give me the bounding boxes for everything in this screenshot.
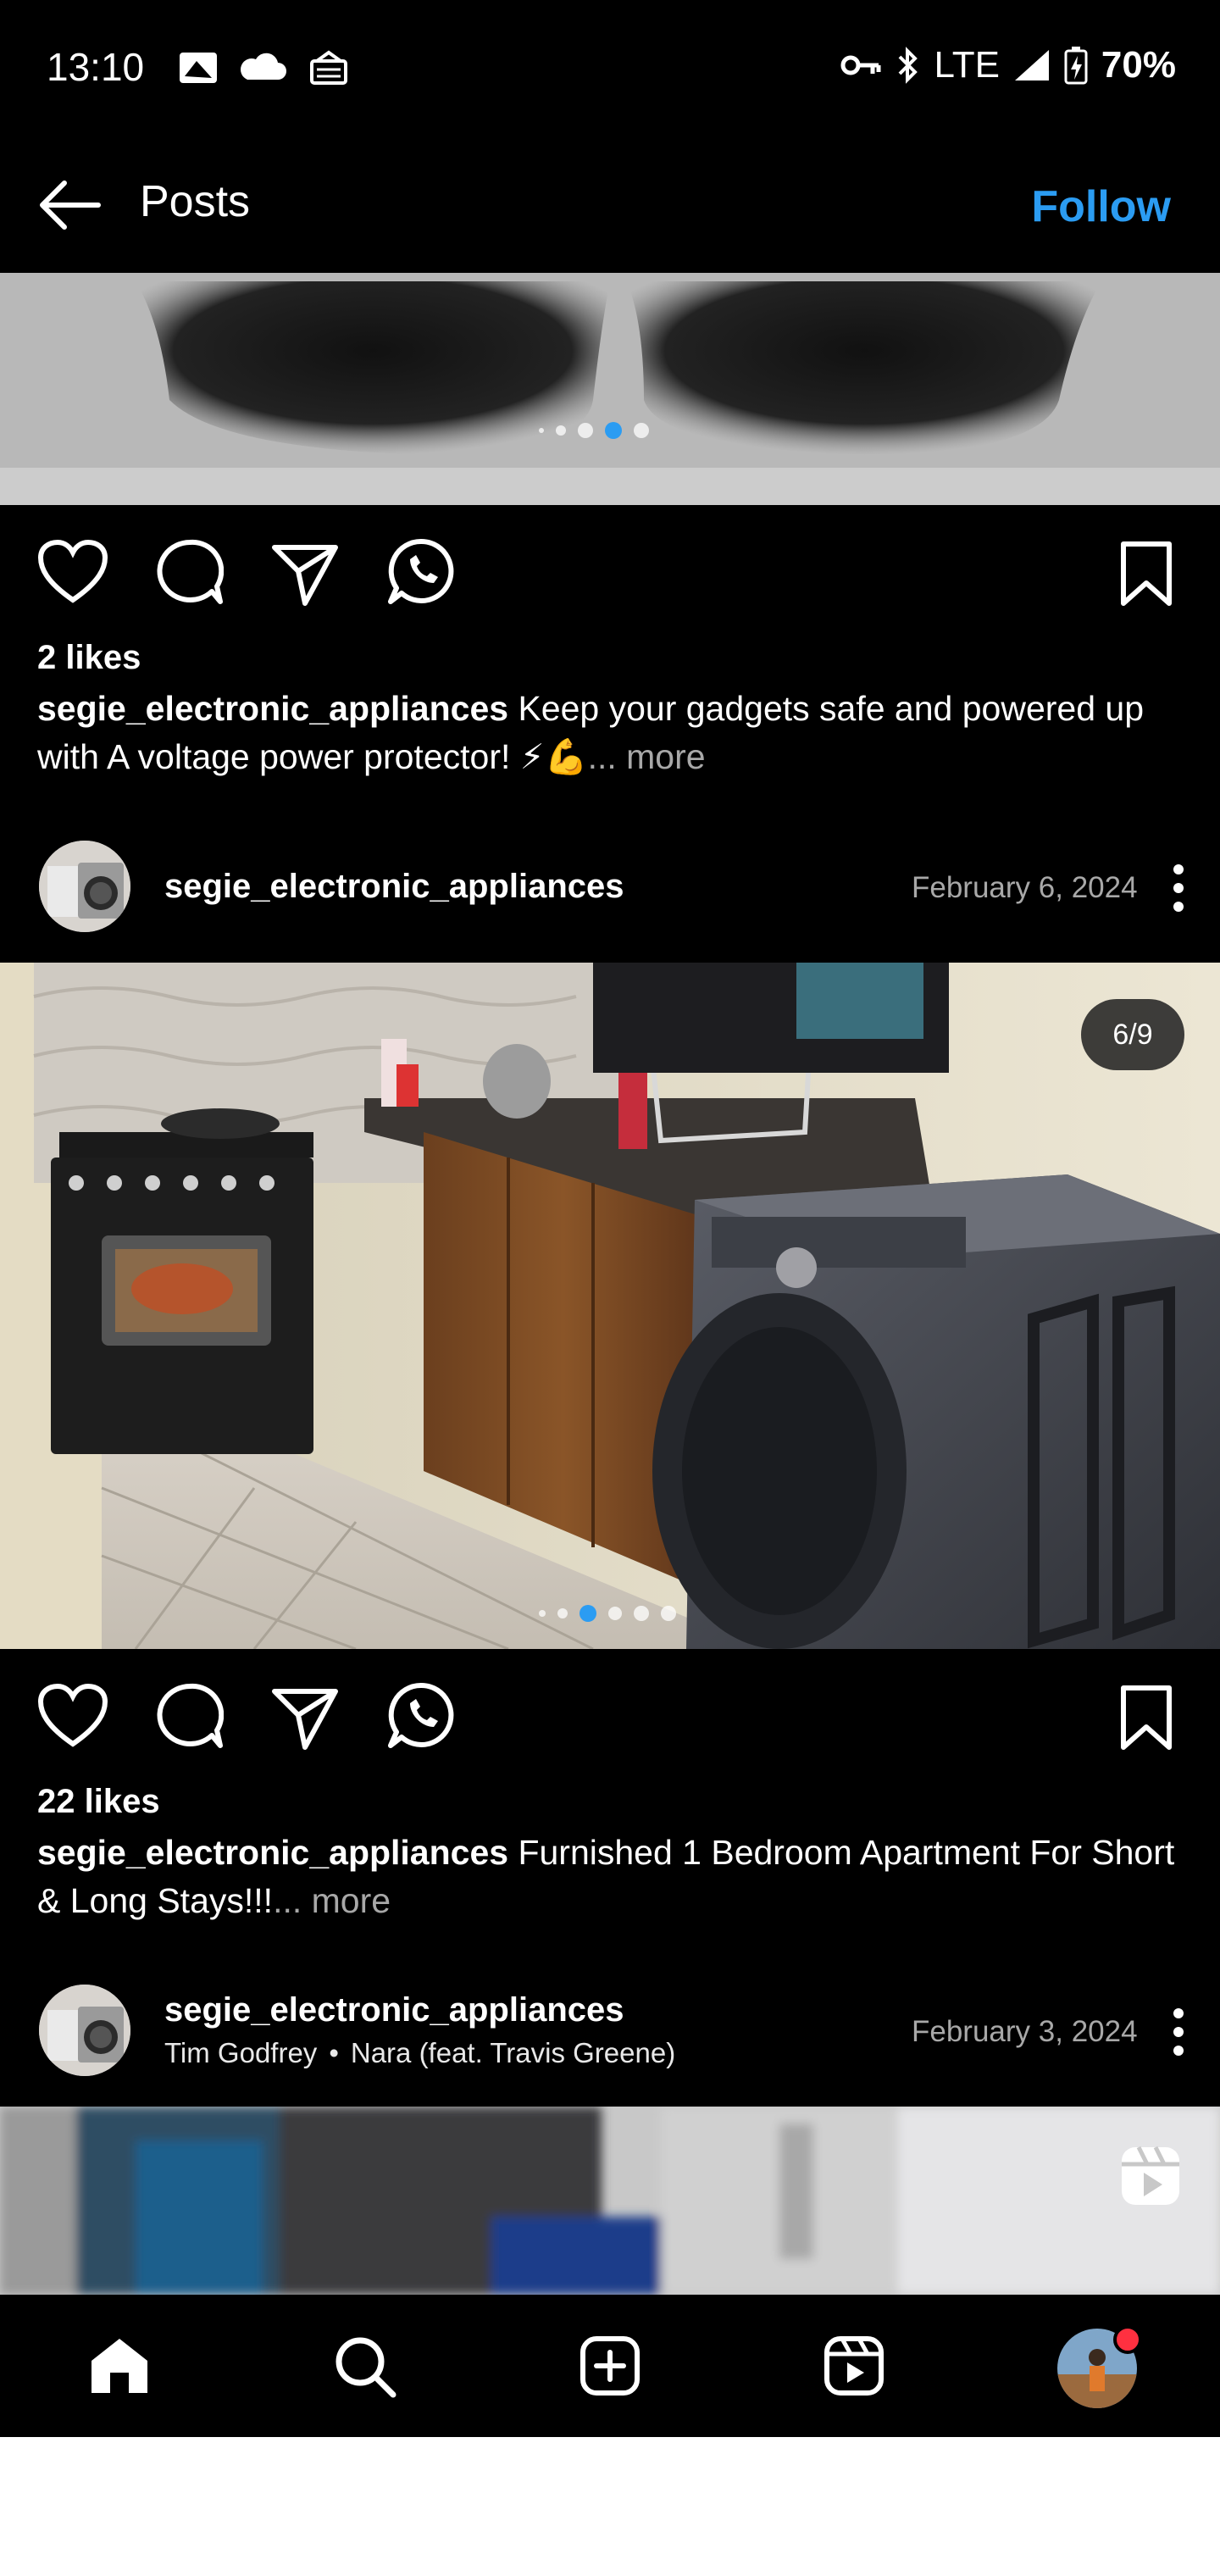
home-icon[interactable]: [88, 2335, 151, 2395]
create-icon[interactable]: [580, 2335, 640, 2396]
reels-icon[interactable]: [824, 2335, 884, 2396]
comment-icon[interactable]: [156, 539, 224, 607]
music-separator: •: [329, 2037, 339, 2068]
whatsapp-icon[interactable]: [386, 537, 456, 607]
post2-carousel-dots: [539, 1605, 676, 1622]
reels-badge-icon: [1122, 2146, 1179, 2205]
battery-level: 70%: [1101, 44, 1176, 86]
post2-username[interactable]: segie_electronic_appliances: [164, 868, 624, 906]
bottom-nav: [0, 2295, 1220, 2437]
signal-icon: [1014, 50, 1049, 80]
save-bookmark-icon[interactable]: [1118, 1685, 1174, 1752]
post3-music-artist: Tim Godfrey: [164, 2037, 318, 2068]
whatsapp-icon[interactable]: [386, 1681, 456, 1751]
post2-likes[interactable]: 22 likes: [37, 1783, 160, 1821]
post3-video-frame: [0, 2107, 1220, 2295]
vpn-key-icon: [840, 55, 881, 75]
post3-music-info[interactable]: Tim Godfrey • Nara (feat. Travis Greene): [164, 2037, 675, 2069]
post2-media[interactable]: [0, 963, 1220, 1649]
status-notification-icons: [180, 50, 347, 85]
like-heart-icon[interactable]: [37, 539, 108, 605]
share-send-icon[interactable]: [271, 542, 339, 607]
bluetooth-icon: [899, 47, 918, 84]
post1-likes[interactable]: 2 likes: [37, 639, 141, 677]
post2-more-options-icon[interactable]: [1167, 863, 1190, 913]
screen: 13:10 LTE 70% Posts Follow 2 likes segie…: [0, 0, 1220, 2437]
post2-caption[interactable]: segie_electronic_appliances Furnished 1 …: [37, 1829, 1190, 1925]
post1-media[interactable]: [0, 273, 1220, 505]
post1-caption[interactable]: segie_electronic_appliances Keep your ga…: [37, 685, 1190, 781]
post3-avatar[interactable]: [39, 1985, 130, 2076]
post3-username[interactable]: segie_electronic_appliances: [164, 1991, 624, 2029]
comment-icon[interactable]: [156, 1683, 224, 1751]
post3-date: February 3, 2024: [912, 2015, 1138, 2048]
post1-caption-username[interactable]: segie_electronic_appliances: [37, 689, 508, 728]
page-title: Posts: [140, 177, 251, 226]
avatar-washer-image: [39, 1985, 130, 2076]
post1-carousel-dots: [539, 422, 649, 439]
post2-caption-username[interactable]: segie_electronic_appliances: [37, 1833, 508, 1872]
follow-button[interactable]: Follow: [1031, 181, 1171, 232]
battery-icon: [1064, 47, 1088, 85]
post2-more-link[interactable]: ... more: [273, 1881, 391, 1920]
post3-more-options-icon[interactable]: [1167, 2007, 1190, 2057]
post3-media[interactable]: [0, 2107, 1220, 2295]
post2-avatar[interactable]: [39, 841, 130, 932]
post2-date: February 6, 2024: [912, 871, 1138, 904]
like-heart-icon[interactable]: [37, 1683, 108, 1749]
post2-kitchen-photo: [0, 963, 1220, 1649]
post2-carousel-counter: 6/9: [1081, 999, 1184, 1070]
post1-photo: [0, 273, 1220, 505]
status-time: 13:10: [47, 45, 145, 89]
post1-more-link[interactable]: ... more: [588, 737, 706, 776]
status-right: LTE 70%: [840, 44, 1176, 86]
share-send-icon[interactable]: [271, 1686, 339, 1751]
network-type: LTE: [934, 44, 1000, 86]
save-bookmark-icon[interactable]: [1118, 541, 1174, 608]
search-icon[interactable]: [334, 2335, 396, 2398]
avatar-washer-image: [39, 841, 130, 932]
notification-dot: [1113, 2325, 1142, 2354]
back-arrow-icon[interactable]: [36, 178, 103, 232]
post3-music-title: Nara (feat. Travis Greene): [350, 2037, 676, 2068]
